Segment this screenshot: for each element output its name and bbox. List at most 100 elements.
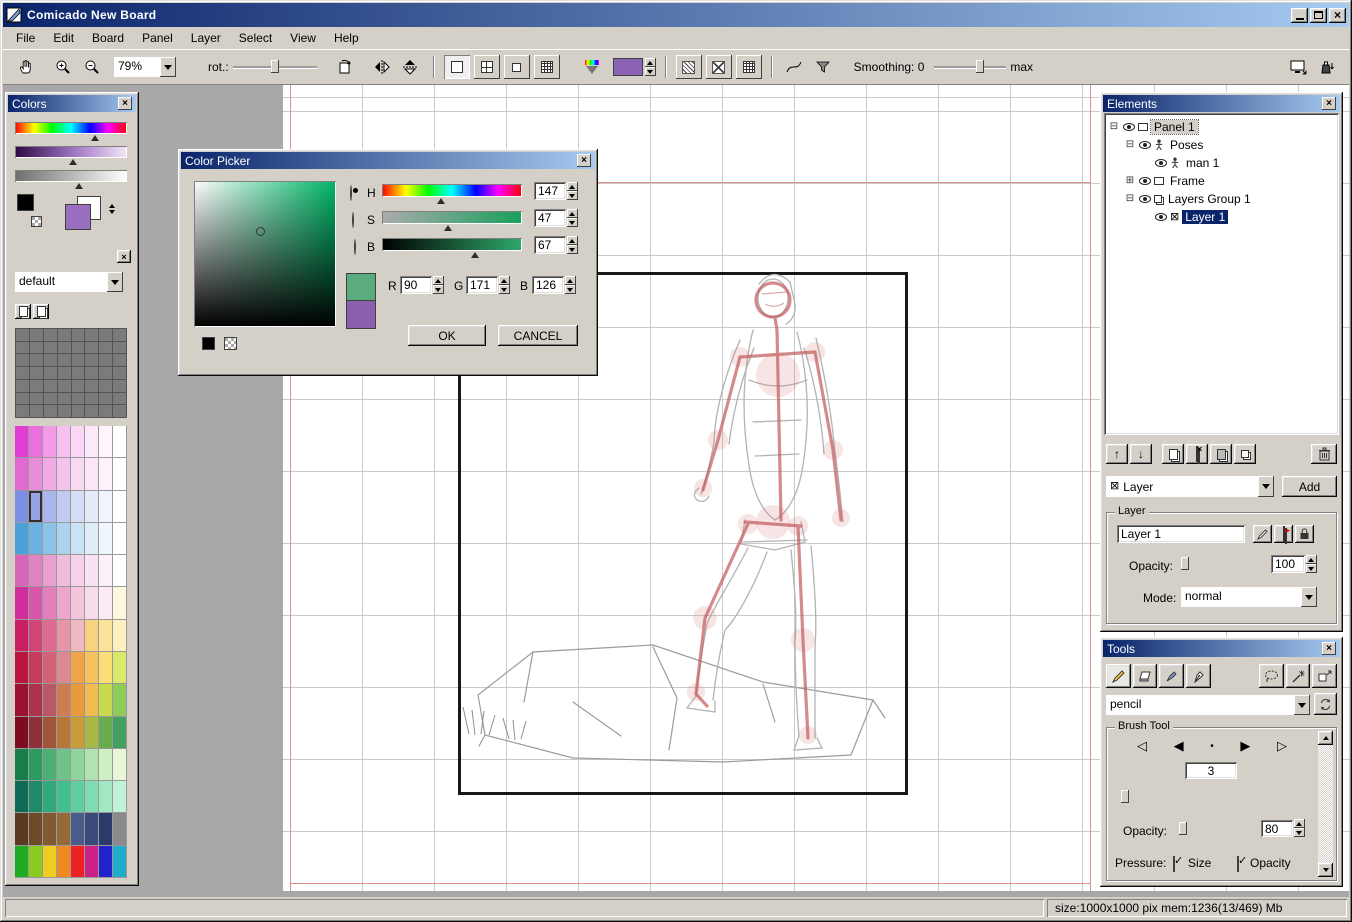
spin-down-icon[interactable] [1294, 828, 1305, 837]
gray-swatch[interactable] [44, 342, 57, 354]
palette-swatch[interactable] [113, 781, 127, 813]
zoom-out-button[interactable] [79, 55, 104, 79]
mode-dropdown-button[interactable] [1301, 587, 1317, 607]
palette-swatch[interactable] [57, 652, 71, 684]
palette-swatch[interactable] [85, 426, 99, 458]
gray-swatch[interactable] [44, 405, 57, 417]
palette-swatch[interactable] [15, 587, 29, 619]
palette-swatch[interactable] [85, 620, 99, 652]
gray-swatch[interactable] [99, 342, 112, 354]
flip-vertical-button[interactable] [399, 55, 424, 79]
gray-swatch[interactable] [72, 367, 85, 379]
hue-bar[interactable] [15, 122, 127, 134]
palette-swatch[interactable] [71, 620, 85, 652]
elements-panel-titlebar[interactable]: Elements × [1103, 95, 1340, 112]
gray-swatch[interactable] [99, 393, 112, 405]
pressure-size-checkbox[interactable] [1173, 856, 1175, 872]
palette-swatch[interactable] [15, 458, 29, 490]
palette-swatch[interactable] [29, 523, 43, 555]
brush-opacity-spinner[interactable] [1294, 819, 1305, 837]
hue-bar-marker[interactable] [91, 135, 99, 141]
gray-swatch[interactable] [85, 329, 98, 341]
saturation-bar[interactable] [15, 146, 127, 158]
opacity-spinner[interactable] [1306, 555, 1317, 573]
palette-swatch[interactable] [43, 620, 57, 652]
palette-swatch[interactable] [43, 781, 57, 813]
spin-up-icon[interactable] [1294, 819, 1305, 828]
spin-down-icon[interactable] [433, 285, 444, 294]
palette-swatch[interactable] [29, 781, 43, 813]
gray-swatch[interactable] [58, 329, 71, 341]
brush-scrollbar[interactable] [1318, 731, 1333, 877]
close-button[interactable]: × [1329, 8, 1346, 23]
spin-down-icon[interactable] [567, 245, 578, 254]
palette-swatch[interactable] [71, 555, 85, 587]
layer-opacity-value[interactable]: 100 [1271, 555, 1305, 573]
brightness-radio[interactable] [354, 239, 356, 255]
palette-swatch[interactable] [99, 846, 113, 878]
lasso-tool-button[interactable] [1259, 664, 1284, 688]
palette-swatch[interactable] [99, 587, 113, 619]
palette-swatch[interactable] [113, 846, 127, 878]
menu-panel[interactable]: Panel [133, 28, 182, 48]
green-spinner[interactable] [499, 276, 510, 294]
palette-swatch[interactable] [71, 587, 85, 619]
brush-preset-dropdown-button[interactable] [1294, 695, 1310, 715]
palette-swatch[interactable] [113, 717, 127, 749]
hue-slider[interactable] [382, 184, 522, 197]
spin-down-icon[interactable] [499, 285, 510, 294]
palette-swatch[interactable] [85, 458, 99, 490]
palette-swatch[interactable] [85, 491, 99, 523]
palette-swatch[interactable] [29, 813, 43, 845]
pattern-grid-button[interactable] [736, 55, 762, 79]
saturation-bar-marker[interactable] [69, 159, 77, 165]
palette-swatch[interactable] [71, 749, 85, 781]
saturation-radio[interactable] [352, 212, 354, 228]
visibility-icon[interactable] [1139, 177, 1151, 185]
copy-element-button[interactable] [1162, 444, 1184, 464]
palette-swatch[interactable] [29, 652, 43, 684]
visibility-icon[interactable] [1123, 123, 1135, 131]
gray-swatch[interactable] [16, 329, 29, 341]
spin-up-icon[interactable] [1306, 555, 1317, 564]
saturation-slider-marker[interactable] [444, 225, 452, 231]
palette-swatch[interactable] [85, 523, 99, 555]
palette-swatch[interactable] [15, 523, 29, 555]
palette-swatch[interactable] [85, 684, 99, 716]
palette-swatch[interactable] [99, 652, 113, 684]
palette-swatch[interactable] [29, 491, 43, 523]
hand-tool-button[interactable] [13, 55, 38, 79]
brightness-slider-marker[interactable] [471, 252, 479, 258]
gray-swatch[interactable] [58, 342, 71, 354]
gray-swatch[interactable] [85, 354, 98, 366]
marker-tool-button[interactable] [1159, 664, 1184, 688]
palette-swatch[interactable] [29, 426, 43, 458]
gray-swatch[interactable] [113, 342, 126, 354]
gray-swatch[interactable] [113, 354, 126, 366]
smooth-stroke-button[interactable] [782, 55, 807, 79]
tree-item-layer-1[interactable]: ⊠Layer 1 [1104, 208, 1339, 226]
gray-swatch[interactable] [72, 342, 85, 354]
palette-swatch[interactable] [15, 846, 29, 878]
palette-swatch[interactable] [99, 620, 113, 652]
gray-swatch[interactable] [30, 354, 43, 366]
gray-swatch[interactable] [72, 354, 85, 366]
ink-fill-button[interactable] [1314, 55, 1339, 79]
palette-select[interactable]: default [15, 272, 123, 292]
layer-rename-button[interactable] [1253, 525, 1272, 543]
gray-swatch[interactable] [30, 380, 43, 392]
tools-panel-titlebar[interactable]: Tools × [1103, 640, 1340, 657]
foreground-color-swatch[interactable] [65, 204, 91, 230]
brush-size-thumb[interactable] [1121, 790, 1129, 803]
scroll-up-button[interactable] [1318, 731, 1333, 745]
palette-swatch[interactable] [43, 813, 57, 845]
color-spinner[interactable] [645, 58, 656, 76]
palette-swatch[interactable] [57, 684, 71, 716]
palette-swatch[interactable] [85, 846, 99, 878]
palette-swatch[interactable] [43, 458, 57, 490]
gray-swatch[interactable] [85, 367, 98, 379]
gray-swatch[interactable] [44, 329, 57, 341]
copy-palette-button[interactable] [33, 304, 49, 319]
picker-black-swatch[interactable] [202, 337, 215, 350]
blue-spinner[interactable] [565, 276, 576, 294]
